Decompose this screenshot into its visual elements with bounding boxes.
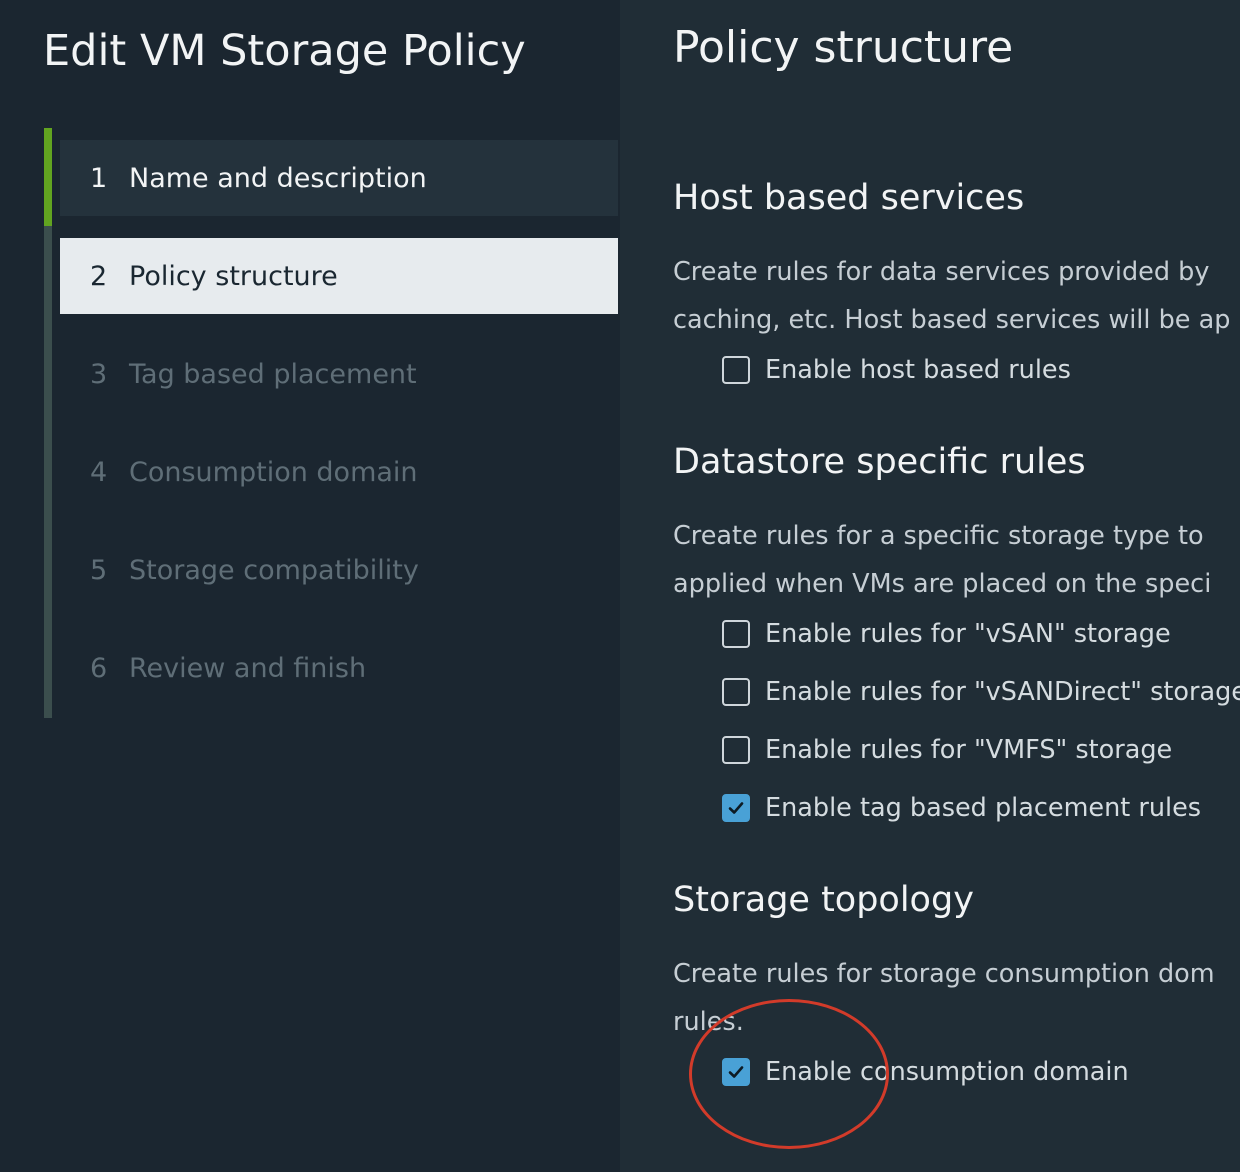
step-progress-track	[44, 128, 52, 718]
wizard-step-policy-structure[interactable]: 2 Policy structure	[60, 238, 618, 314]
enable-tag-based-placement-rules-checkbox[interactable]: Enable tag based placement rules	[722, 792, 1201, 824]
storage-topology-description-line: rules.	[673, 1007, 744, 1037]
step-number: 5	[90, 554, 108, 586]
checkbox-label: Enable consumption domain	[765, 1057, 1129, 1087]
checkbox-box[interactable]	[722, 1058, 750, 1086]
edit-vm-storage-policy-wizard: Edit VM Storage Policy 1 Name and descri…	[0, 0, 1240, 1172]
checkbox-label: Enable rules for "VMFS" storage	[765, 735, 1173, 765]
storage-topology-heading: Storage topology	[673, 880, 974, 920]
checkmark-icon	[728, 1066, 744, 1078]
checkbox-label: Enable rules for "vSANDirect" storage	[765, 677, 1240, 707]
step-label: Review and finish	[129, 652, 367, 684]
enable-vsan-rules-checkbox[interactable]: Enable rules for "vSAN" storage	[722, 618, 1171, 650]
wizard-step-review-and-finish: 6 Review and finish	[60, 630, 618, 706]
enable-vmfs-rules-checkbox[interactable]: Enable rules for "VMFS" storage	[722, 734, 1172, 766]
step-label: Policy structure	[129, 260, 338, 292]
step-number: 2	[90, 260, 108, 292]
checkbox-box[interactable]	[722, 678, 750, 706]
step-label: Storage compatibility	[129, 554, 419, 586]
host-based-description-line: Create rules for data services provided …	[673, 257, 1210, 287]
step-number: 1	[90, 162, 108, 194]
checkbox-label: Enable tag based placement rules	[765, 793, 1202, 823]
checkbox-label: Enable host based rules	[765, 355, 1071, 385]
page-title: Policy structure	[673, 22, 1014, 73]
datastore-description-line: applied when VMs are placed on the speci	[673, 569, 1212, 599]
wizard-content: Policy structure Host based services Cre…	[620, 0, 1240, 1172]
checkmark-icon	[728, 802, 744, 814]
checkbox-label: Enable rules for "vSAN" storage	[765, 619, 1171, 649]
wizard-step-consumption-domain: 4 Consumption domain	[60, 434, 618, 510]
step-number: 6	[90, 652, 108, 684]
wizard-step-tag-based-placement: 3 Tag based placement	[60, 336, 618, 412]
step-label: Consumption domain	[129, 456, 418, 488]
enable-consumption-domain-checkbox[interactable]: Enable consumption domain	[722, 1056, 1129, 1088]
checkbox-box[interactable]	[722, 736, 750, 764]
wizard-step-storage-compatibility: 5 Storage compatibility	[60, 532, 618, 608]
checkbox-box[interactable]	[722, 356, 750, 384]
step-number: 4	[90, 456, 108, 488]
checkbox-box[interactable]	[722, 620, 750, 648]
datastore-specific-rules-heading: Datastore specific rules	[673, 442, 1086, 482]
wizard-step-name-and-description[interactable]: 1 Name and description	[60, 140, 618, 216]
host-based-services-heading: Host based services	[673, 178, 1025, 218]
step-number: 3	[90, 358, 108, 390]
wizard-sidebar: Edit VM Storage Policy 1 Name and descri…	[0, 0, 620, 1172]
datastore-description-line: Create rules for a specific storage type…	[673, 521, 1204, 551]
storage-topology-description-line: Create rules for storage consumption dom	[673, 959, 1215, 989]
enable-host-based-rules-checkbox[interactable]: Enable host based rules	[722, 354, 1071, 386]
enable-vsandirect-rules-checkbox[interactable]: Enable rules for "vSANDirect" storage	[722, 676, 1240, 708]
host-based-description-line: caching, etc. Host based services will b…	[673, 305, 1231, 335]
step-label: Tag based placement	[129, 358, 417, 390]
checkbox-box[interactable]	[722, 794, 750, 822]
step-progress-indicator	[44, 128, 52, 226]
step-label: Name and description	[129, 162, 427, 194]
wizard-title: Edit VM Storage Policy	[43, 26, 526, 76]
